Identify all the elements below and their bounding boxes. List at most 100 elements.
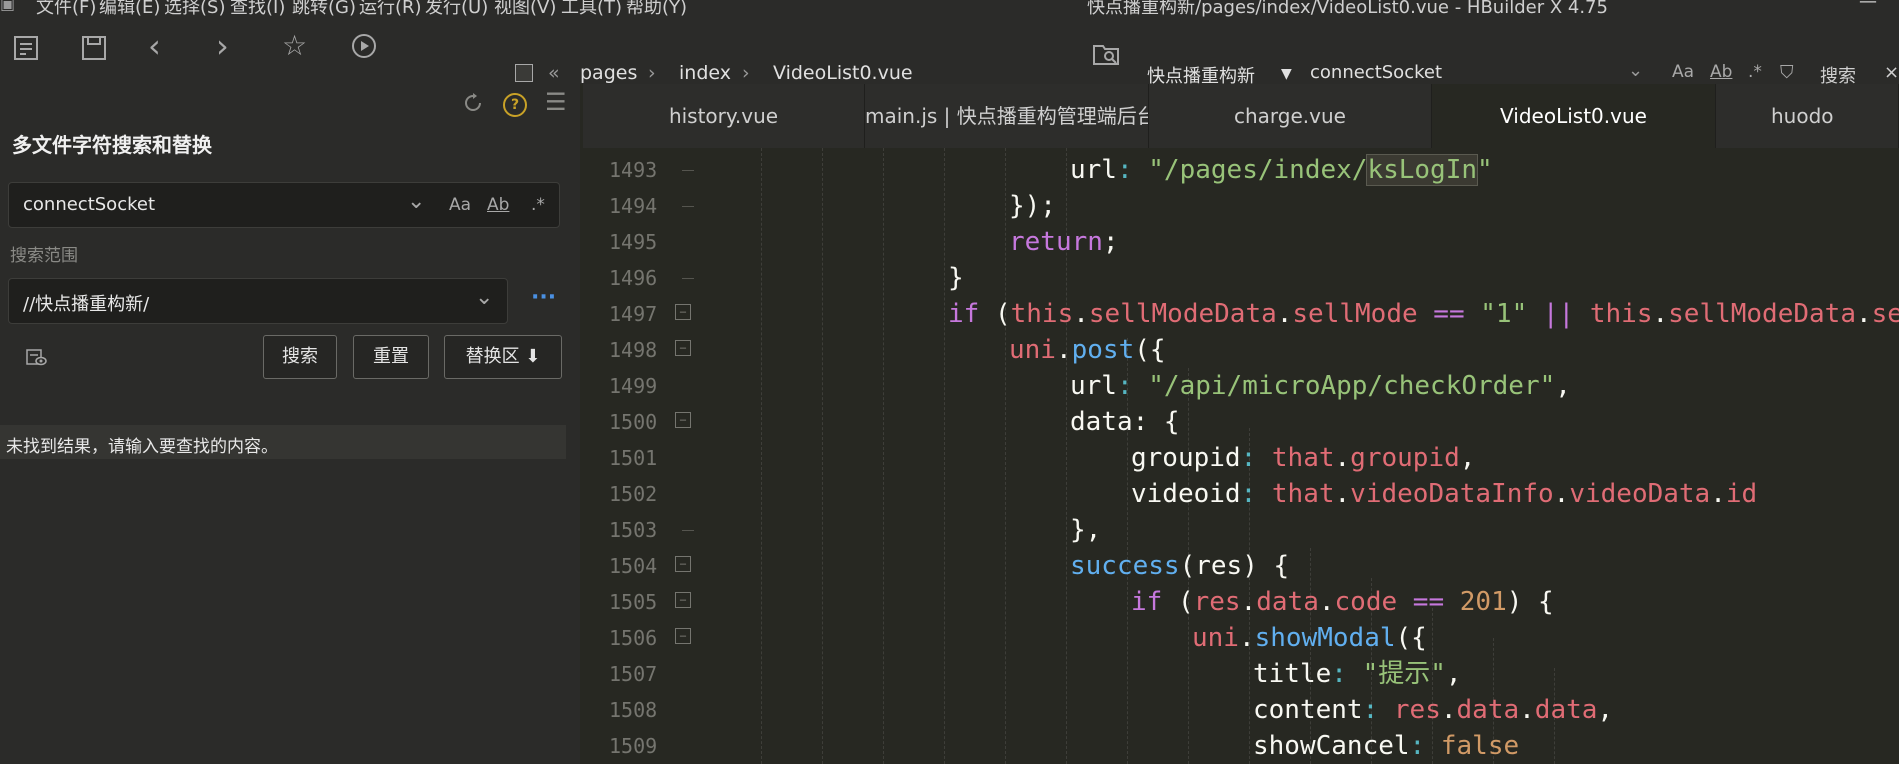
toolbar-search-input[interactable]: connectSocket bbox=[1310, 62, 1442, 83]
code-token: : bbox=[1240, 479, 1272, 509]
minimize-icon[interactable]: — bbox=[1859, 0, 1877, 12]
code-token: "/api/microApp/checkOrder" bbox=[1148, 371, 1556, 401]
fold-toggle-icon[interactable]: − bbox=[675, 628, 691, 644]
match-case-toggle[interactable]: Aa bbox=[1672, 62, 1694, 82]
line-number: 1508 bbox=[609, 698, 658, 722]
menu-goto[interactable]: 跳转(G) bbox=[292, 0, 356, 18]
filter-icon[interactable]: ⛉ bbox=[1780, 62, 1794, 83]
code-token: . bbox=[1276, 299, 1293, 329]
menu-tools[interactable]: 工具(T) bbox=[561, 0, 622, 18]
help-icon[interactable]: ? bbox=[503, 93, 527, 117]
menu-edit[interactable]: 编辑(E) bbox=[99, 0, 160, 18]
code-line-1507[interactable]: title: "提示", bbox=[1253, 659, 1462, 689]
menu-view[interactable]: 视图(V) bbox=[494, 0, 556, 18]
project-search-icon[interactable] bbox=[1092, 40, 1122, 73]
code-token: : bbox=[1116, 155, 1149, 185]
menu-icon[interactable]: ☰ bbox=[545, 88, 567, 116]
code-line-1493[interactable]: url: "/pages/index/ksLogIn" bbox=[1070, 154, 1493, 186]
search-button[interactable]: 搜索 bbox=[263, 335, 337, 379]
fold-toggle-icon[interactable]: − bbox=[675, 412, 691, 428]
code-editor[interactable]: 1493 1494 1495 1496 1497 − 1498 − 1499 1500 − 1501 1… bbox=[583, 148, 1899, 764]
save-icon[interactable] bbox=[80, 34, 108, 67]
menu-publish[interactable]: 发行(U) bbox=[425, 0, 488, 18]
replace-area-button[interactable]: 替换区 ⬇ bbox=[444, 335, 562, 379]
code-line-1508[interactable]: content: res.data.data, bbox=[1253, 695, 1613, 725]
tab-main-js[interactable]: main.js | 快点播重构管理端后台 bbox=[865, 84, 1149, 148]
menu-file[interactable]: 文件(F) bbox=[36, 0, 96, 18]
fold-toggle-icon[interactable]: − bbox=[675, 592, 691, 608]
close-icon[interactable]: × bbox=[1884, 62, 1899, 83]
preview-icon[interactable] bbox=[26, 348, 48, 368]
code-line-1497[interactable]: if (this.sellModeData.sellMode == "1" ||… bbox=[948, 299, 1899, 329]
code-token: "1" bbox=[1480, 299, 1528, 329]
dropdown-arrow-icon[interactable]: ▼ bbox=[1281, 66, 1292, 82]
tab-history-vue[interactable]: history.vue bbox=[583, 84, 865, 148]
code-token: . bbox=[1440, 695, 1457, 725]
code-line-1502[interactable]: videoid: that.videoDataInfo.videoData.id bbox=[1131, 479, 1757, 509]
forward-icon[interactable]: › bbox=[216, 30, 229, 62]
app-logo-icon: ▣ bbox=[0, 0, 16, 13]
menu-help[interactable]: 帮助(Y) bbox=[626, 0, 687, 18]
code-line-1504[interactable]: success(res) { bbox=[1070, 551, 1289, 581]
code-line-1498[interactable]: uni.post({ bbox=[1009, 335, 1166, 365]
chevron-down-icon[interactable]: ⌄ bbox=[1628, 60, 1643, 81]
match-word-toggle[interactable]: Ab bbox=[1710, 62, 1732, 82]
line-number: 1498 bbox=[609, 338, 658, 362]
regex-toggle[interactable]: .* bbox=[1748, 62, 1762, 82]
new-file-icon[interactable] bbox=[12, 34, 40, 67]
breadcrumb-item-index[interactable]: index bbox=[679, 62, 731, 84]
code-line-1499[interactable]: url: "/api/microApp/checkOrder", bbox=[1070, 371, 1571, 401]
code-line-1506[interactable]: uni.showModal({ bbox=[1192, 623, 1427, 653]
code-token: false bbox=[1440, 731, 1520, 761]
scope-input[interactable]: //快点播重构新/ bbox=[23, 290, 149, 316]
menu-run[interactable]: 运行(R) bbox=[359, 0, 422, 18]
fold-toggle-icon[interactable]: − bbox=[675, 340, 691, 356]
code-line-1503[interactable]: }, bbox=[1070, 515, 1101, 545]
menu-select[interactable]: 选择(S) bbox=[164, 0, 225, 18]
code-token: content bbox=[1253, 695, 1363, 725]
reset-button[interactable]: 重置 bbox=[353, 335, 429, 379]
breadcrumb-item-pages[interactable]: pages bbox=[580, 62, 637, 84]
code-line-1505[interactable]: if (res.data.code == 201) { bbox=[1131, 587, 1554, 617]
fold-toggle-icon[interactable]: − bbox=[675, 556, 691, 572]
code-line-1509[interactable]: showCancel: false bbox=[1253, 731, 1519, 761]
code-token: . bbox=[1710, 479, 1726, 509]
breadcrumb-collapse-icon[interactable]: « bbox=[548, 62, 560, 84]
code-line-1494[interactable]: }); bbox=[1009, 191, 1056, 221]
tab-charge-vue[interactable]: charge.vue bbox=[1149, 84, 1432, 148]
match-case-toggle[interactable]: Aa bbox=[449, 195, 471, 215]
indent-guide bbox=[1005, 148, 1006, 764]
match-word-toggle[interactable]: Ab bbox=[487, 195, 509, 215]
more-options-button[interactable]: ··· bbox=[531, 285, 556, 310]
menu-find[interactable]: 查找(I) bbox=[230, 0, 285, 18]
fold-end-marker bbox=[682, 278, 694, 279]
chevron-down-icon[interactable]: ⌄ bbox=[475, 285, 493, 310]
code-line-1495[interactable]: return; bbox=[1009, 227, 1119, 257]
fold-toggle-icon[interactable]: − bbox=[675, 304, 691, 320]
code-line-1501[interactable]: groupid: that.groupid, bbox=[1131, 443, 1475, 473]
chevron-down-icon[interactable]: ⌄ bbox=[407, 189, 425, 214]
search-query-field[interactable]: connectSocket ⌄ Aa Ab .* bbox=[8, 182, 560, 228]
run-icon[interactable] bbox=[350, 32, 378, 65]
code-token: : bbox=[1409, 731, 1441, 761]
line-number: 1494 bbox=[609, 194, 658, 218]
regex-toggle[interactable]: .* bbox=[531, 195, 545, 215]
code-line-1496[interactable]: } bbox=[948, 263, 964, 293]
indent-guide bbox=[761, 148, 762, 764]
code-token: data bbox=[1534, 695, 1598, 725]
scope-field[interactable]: //快点播重构新/ ⌄ bbox=[8, 278, 508, 324]
code-token: == bbox=[1397, 587, 1460, 617]
code-token: . bbox=[1553, 479, 1570, 509]
line-number: 1505 bbox=[609, 590, 658, 614]
star-icon[interactable]: ☆ bbox=[282, 32, 307, 60]
back-icon[interactable]: ‹ bbox=[148, 30, 161, 62]
tab-videolist0-vue[interactable]: VideoList0.vue bbox=[1432, 84, 1716, 148]
code-token: showCancel bbox=[1253, 731, 1410, 761]
code-line-1500[interactable]: data: { bbox=[1070, 407, 1180, 437]
tab-huodo[interactable]: huodo bbox=[1716, 84, 1899, 148]
indent-guide bbox=[944, 148, 945, 764]
code-token: post bbox=[1071, 335, 1135, 365]
refresh-icon[interactable] bbox=[462, 92, 484, 114]
search-query-input[interactable]: connectSocket bbox=[23, 194, 155, 215]
breadcrumb-item-file[interactable]: VideoList0.vue bbox=[773, 62, 913, 84]
